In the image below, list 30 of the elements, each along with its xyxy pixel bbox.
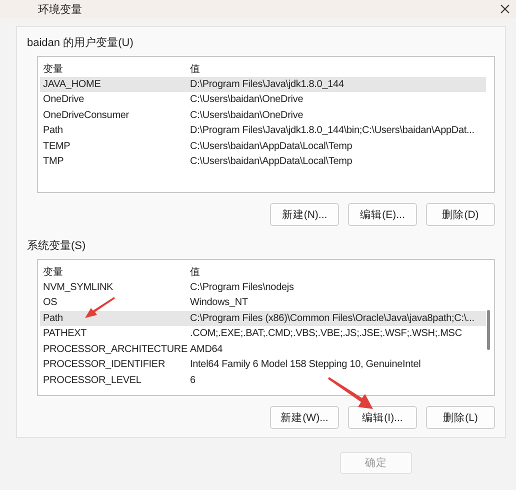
- variable-row[interactable]: NVM_SYMLINK C:\Program Files\nodejs: [40, 280, 486, 295]
- scrollbar-thumb[interactable]: [487, 310, 490, 350]
- annotation-arrow: [328, 376, 374, 410]
- variable-row[interactable]: JAVA_HOME D:\Program Files\Java\jdk1.8.0_144: [40, 76, 486, 92]
- variable-row[interactable]: PROCESSOR_ARCHITECTURE AMD64: [40, 342, 486, 357]
- variable-row[interactable]: OneDriveConsumer C:\Users\baidan\OneDrive: [40, 108, 486, 123]
- dialog-button[interactable]: 删除(L): [426, 406, 495, 429]
- variable-row[interactable]: OS Windows_NT: [40, 295, 486, 310]
- column-header[interactable]: 值: [187, 264, 486, 279]
- variable-row[interactable]: PROCESSOR_LEVEL 6: [40, 372, 486, 388]
- dialog-button[interactable]: 删除(D): [426, 203, 495, 226]
- column-header[interactable]: 变量: [40, 264, 187, 279]
- dialog-button[interactable]: 新建(W)...: [270, 406, 339, 429]
- window-title: 环境变量: [38, 2, 82, 16]
- annotation-arrow: [84, 297, 116, 319]
- dialog-button[interactable]: 编辑(I)...: [348, 406, 417, 429]
- dialog-button[interactable]: 新建(N)...: [270, 203, 339, 226]
- column-header[interactable]: 变量: [40, 62, 187, 76]
- group-label: 系统变量(S): [27, 238, 87, 254]
- variable-row[interactable]: Path D:\Program Files\Java\jdk1.8.0_144\bin;C:\Users\baidan\AppDat...: [40, 123, 486, 138]
- variable-row[interactable]: PROCESSOR_IDENTIFIER Intel64 Family 6 Model 158 Stepping 10, GenuineIntel: [40, 357, 486, 372]
- variable-row[interactable]: OneDrive C:\Users\baidan\OneDrive: [40, 92, 486, 108]
- close-icon[interactable]: [500, 4, 510, 14]
- variable-row[interactable]: TMP C:\Users\baidan\AppData\Local\Temp: [40, 154, 486, 170]
- variable-row[interactable]: Path C:\Program Files (x86)\Common Files\Oracle\Java\java8path;C:\...: [40, 310, 486, 326]
- variable-row[interactable]: PATHEXT .COM;.EXE;.BAT;.CMD;.VBS;.VBE;.JS;.JSE;.WSF;.WSH;.MSC: [40, 326, 486, 342]
- dialog-button[interactable]: 编辑(E)...: [348, 203, 417, 226]
- group-label: baidan 的用户变量(U): [27, 36, 134, 51]
- variable-row[interactable]: TEMP C:\Users\baidan\AppData\Local\Temp: [40, 138, 486, 154]
- column-header[interactable]: 值: [187, 62, 486, 76]
